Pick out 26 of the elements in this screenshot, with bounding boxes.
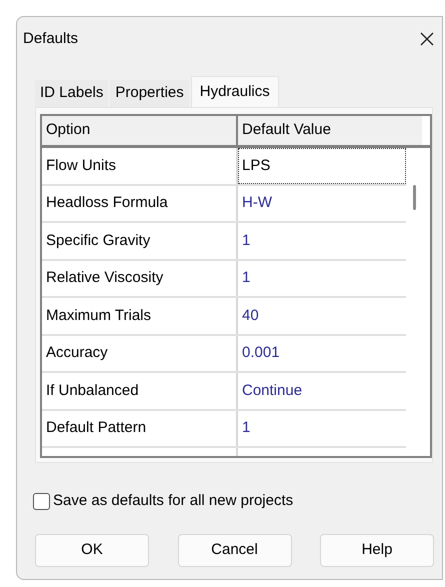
column-header: Option [42, 116, 238, 145]
value-cell[interactable]: LPS [238, 148, 406, 184]
option-cell: Accuracy [42, 336, 238, 371]
dialog-button[interactable]: OK [35, 534, 149, 566]
option-cell: Default Pattern [42, 410, 238, 446]
value-cell[interactable]: Continue [238, 373, 406, 408]
column-header: Default Value [238, 116, 422, 145]
tab[interactable]: Hydraulics [190, 76, 279, 107]
option-cell: Headloss Formula [42, 186, 238, 221]
value-cell[interactable]: 40 [238, 298, 406, 334]
option-cell: Flow Units [42, 148, 238, 184]
option-cell: Specific Gravity [42, 223, 238, 258]
checkbox-label[interactable]: Save as defaults for all new projects [53, 490, 294, 512]
value-cell[interactable]: 1 [238, 223, 406, 258]
value-cell[interactable]: 1 [238, 410, 406, 446]
value-cell[interactable]: 1 [238, 260, 406, 296]
dialog-button[interactable]: Cancel [178, 534, 292, 566]
value-cell[interactable]: H-W [238, 186, 406, 221]
tab[interactable]: Properties [110, 80, 189, 107]
dialog-button[interactable]: Help [320, 534, 434, 566]
window-title: Defaults [23, 28, 78, 49]
option-cell: Relative Viscosity [42, 260, 238, 296]
option-cell: Maximum Trials [42, 298, 238, 334]
tab[interactable]: ID Labels [35, 80, 108, 107]
value-cell[interactable]: 0.001 [238, 336, 406, 371]
option-cell: If Unbalanced [42, 373, 238, 408]
